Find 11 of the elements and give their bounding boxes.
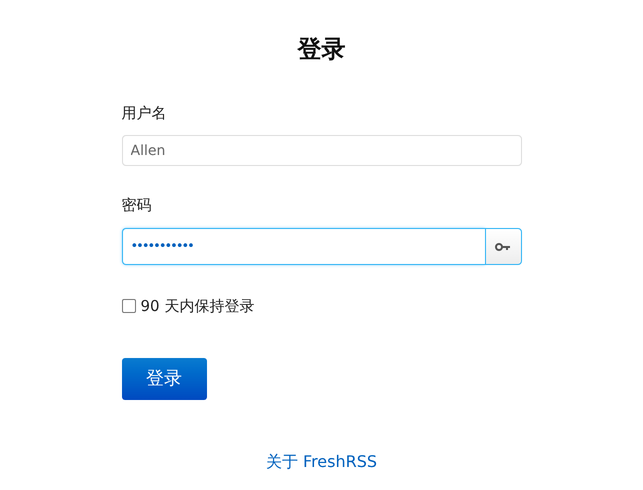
checkbox[interactable] xyxy=(122,299,136,314)
show-password-button[interactable] xyxy=(484,228,522,265)
username-field[interactable]: Allen xyxy=(122,135,522,166)
login-button[interactable]: 登录 xyxy=(122,358,206,400)
remember-label: 90 天内保持登录 xyxy=(140,296,254,317)
key-icon xyxy=(495,242,511,252)
about-link[interactable]: 关于 FreshRSS xyxy=(266,450,378,474)
password-field[interactable]: ••••••••••• xyxy=(122,228,484,265)
field-label: 用户名 xyxy=(122,103,168,123)
page-title: 登录 xyxy=(298,34,346,65)
field-label: 密码 xyxy=(122,195,152,215)
